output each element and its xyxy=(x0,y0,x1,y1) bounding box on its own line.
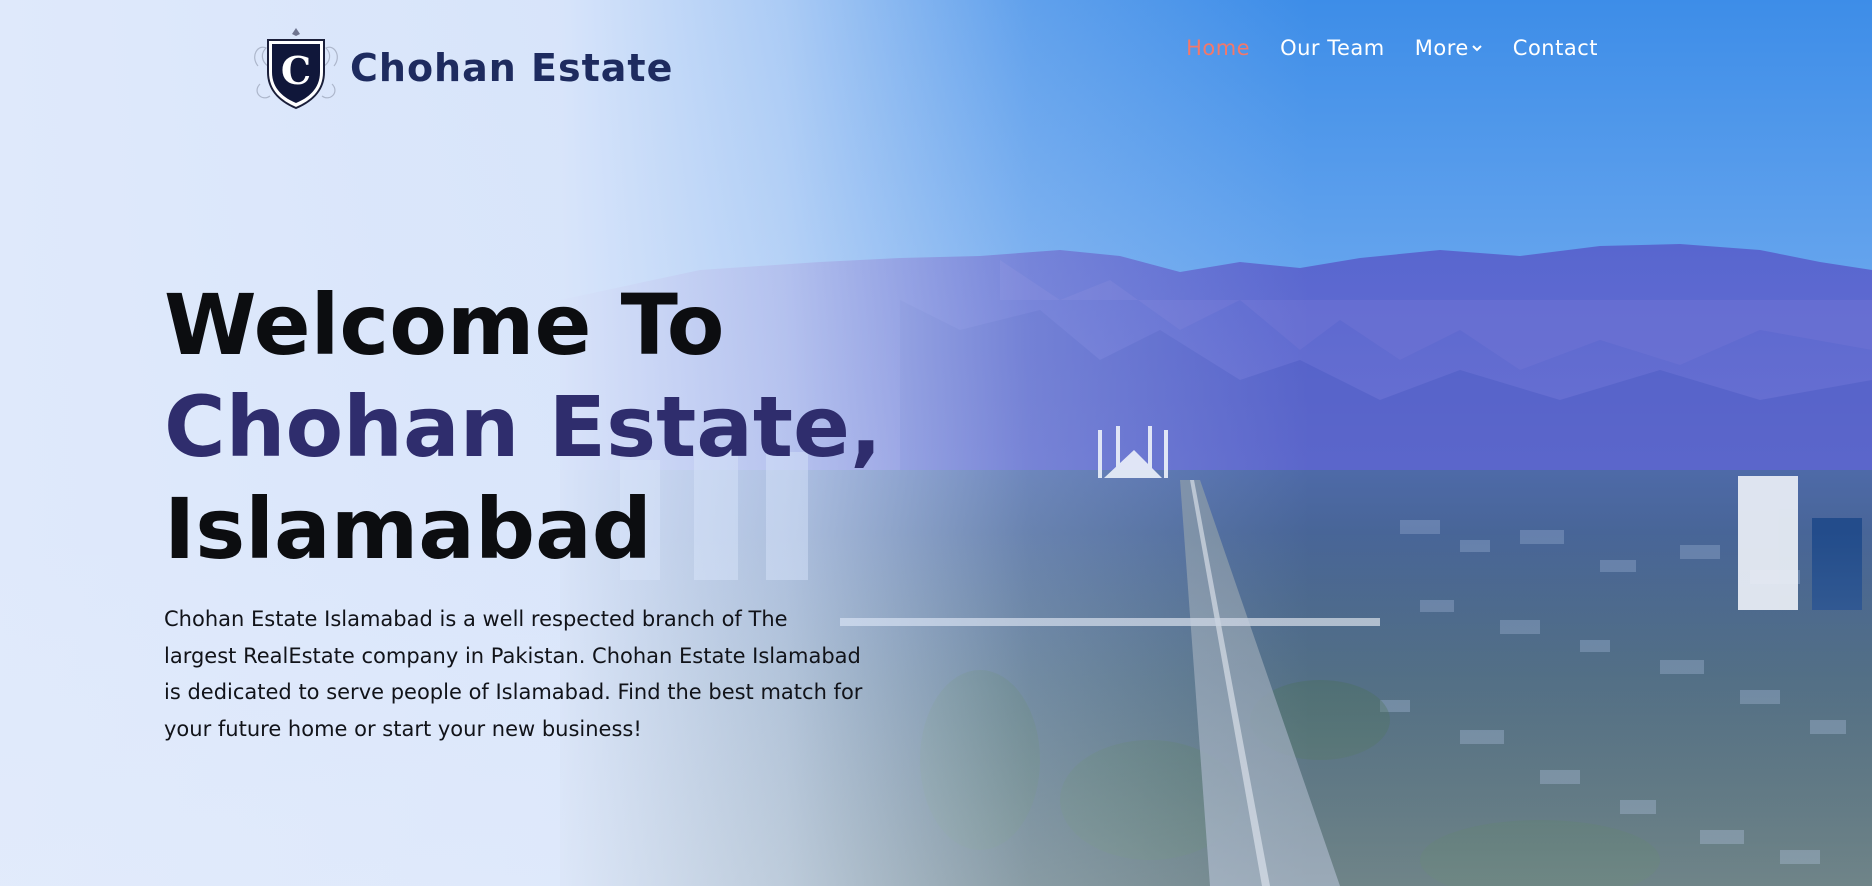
headline-line-brand: Chohan Estate, xyxy=(164,378,882,476)
crest-logo-icon: C xyxy=(254,28,338,110)
nav-contact-link[interactable]: Contact xyxy=(1513,36,1598,60)
nav-our-team-link[interactable]: Our Team xyxy=(1280,36,1385,60)
top-navbar: C Chohan Estate Home Our Team More Conta… xyxy=(0,0,1872,110)
headline-line-welcome: Welcome To xyxy=(164,276,725,374)
svg-text:C: C xyxy=(281,48,311,93)
main-nav: Home Our Team More Contact xyxy=(1186,36,1598,60)
brand-name: Chohan Estate xyxy=(350,46,674,90)
headline-line-city: Islamabad xyxy=(164,480,652,578)
nav-more-label: More xyxy=(1414,36,1469,60)
nav-contact-label: Contact xyxy=(1512,36,1598,60)
brand-link[interactable]: C Chohan Estate xyxy=(248,26,673,110)
nav-home-link[interactable]: Home xyxy=(1186,36,1250,60)
nav-home-label: Home xyxy=(1186,36,1251,60)
chevron-down-icon xyxy=(1472,45,1482,52)
nav-more-dropdown[interactable]: More xyxy=(1415,36,1483,60)
hero-intro-text: Chohan Estate Islamabad is a well respec… xyxy=(164,607,863,741)
nav-our-team-label: Our Team xyxy=(1280,36,1385,60)
hero-headline: Welcome To Chohan Estate, Islamabad xyxy=(164,274,882,580)
